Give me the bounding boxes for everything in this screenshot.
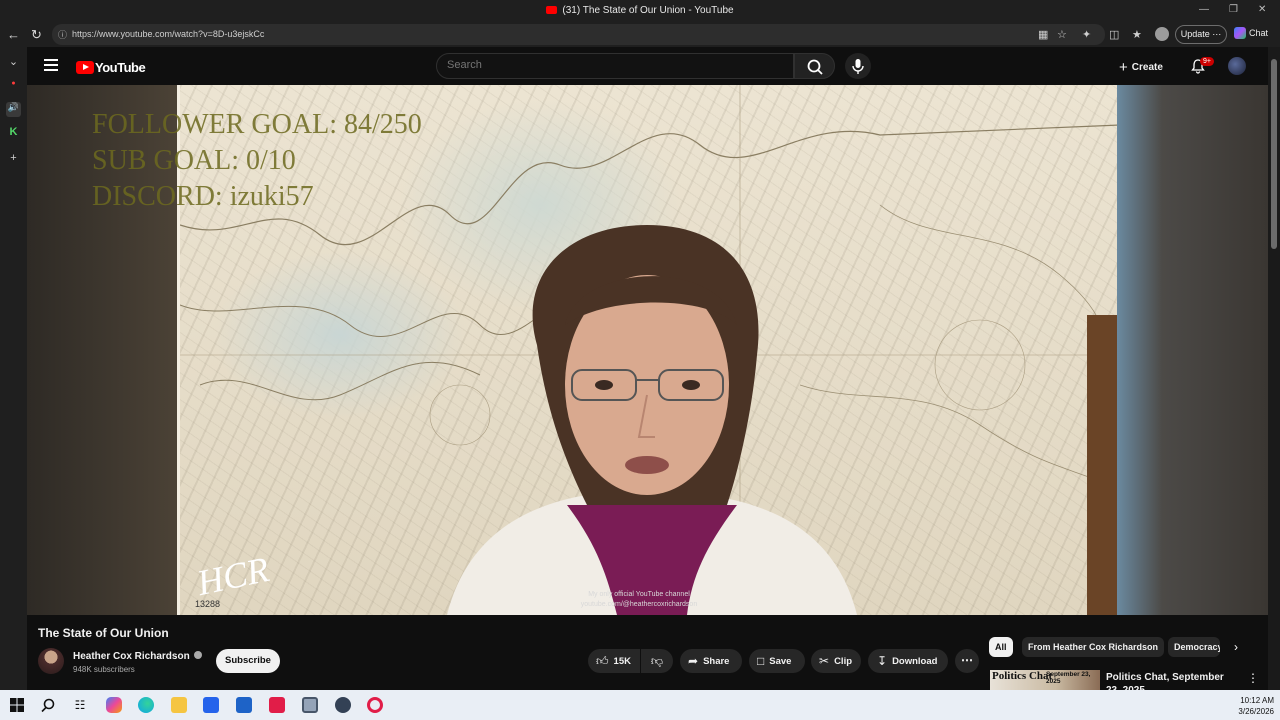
app-available-icon[interactable]: ▦ (1038, 28, 1048, 41)
new-tab-plus-icon[interactable]: + (6, 152, 21, 167)
channel-name[interactable]: Heather Cox Richardson (73, 651, 202, 662)
channel-watermark: My only official YouTube channel youtube… (580, 591, 698, 608)
steam-icon[interactable] (335, 697, 351, 713)
profile-avatar[interactable] (1155, 27, 1169, 41)
clock-date: 3/26/2026 (1238, 707, 1274, 716)
video-player[interactable]: FOLLOWER GOAL: 84/250 SUB GOAL: 0/10 DIS… (27, 85, 1268, 615)
chip-from-channel[interactable]: From Heather Cox Richardson (1022, 637, 1165, 657)
collapse-chevron-icon[interactable]: ⌄ (6, 55, 21, 70)
favorite-star-icon[interactable]: ☆ (1057, 28, 1067, 41)
file-explorer-icon[interactable] (171, 697, 187, 713)
back-icon[interactable]: ← (7, 27, 20, 42)
app-icon[interactable] (302, 697, 318, 713)
restore-icon[interactable]: ❐ (1229, 4, 1238, 15)
thumbs-down-icon: 👎︎ (650, 654, 664, 668)
copilot-app-icon[interactable] (106, 697, 122, 713)
search-box[interactable] (436, 53, 794, 79)
video-title: The State of Our Union (38, 626, 169, 640)
recommended-more-icon[interactable]: ⋮ (1247, 671, 1259, 685)
sub-goal-text: SUB GOAL: 0/10 (92, 145, 296, 176)
page-scrollbar[interactable] (1268, 47, 1280, 690)
refresh-icon[interactable]: ↻ (31, 27, 42, 43)
youtube-play-icon (76, 61, 94, 74)
notification-count-badge: 9+ (1200, 57, 1214, 66)
plus-icon: + (1119, 59, 1128, 76)
voice-search-button[interactable] (845, 53, 871, 79)
clock-time: 10:12 AM (1240, 696, 1274, 705)
chip-all[interactable]: All (989, 637, 1013, 657)
chevron-right-icon[interactable]: › (1234, 640, 1238, 654)
follower-goal-text: FOLLOWER GOAL: 84/250 (92, 109, 422, 140)
thumbs-up-icon: 👍︎ (596, 654, 609, 668)
account-avatar[interactable] (1228, 57, 1246, 75)
kick-tab-icon[interactable]: K (6, 126, 21, 141)
window-title: (31) The State of Our Union - YouTube (0, 5, 1280, 16)
favorites-icon[interactable]: ★ (1132, 28, 1142, 41)
browser-sidebar: ⌄ ● 🔊 K + (0, 47, 27, 690)
stream-goals-overlay: FOLLOWER GOAL: 84/250 SUB GOAL: 0/10 DIS… (92, 107, 422, 215)
split-screen-icon[interactable]: ◫ (1109, 28, 1119, 41)
close-icon[interactable]: ✕ (1258, 4, 1266, 15)
menu-icon[interactable] (44, 59, 58, 71)
channel-avatar[interactable] (38, 648, 64, 674)
scrollbar-thumb[interactable] (1271, 59, 1277, 249)
youtube-app-icon[interactable] (269, 697, 285, 713)
edge-browser-icon[interactable] (138, 697, 154, 713)
discord-text: DISCORD: izuki57 (92, 181, 314, 212)
windows-taskbar: ☷ 10:12 AM 3/26/2026 (0, 690, 1280, 720)
windows-start-icon[interactable] (9, 697, 25, 713)
like-button[interactable]: 👍︎ 15K (588, 649, 640, 673)
video-details: The State of Our Union Heather Cox Richa… (27, 615, 1268, 696)
youtube-header: YouTube +Create 9+ (27, 47, 1280, 85)
task-view-icon[interactable]: ☷ (72, 697, 88, 713)
video-background-right (1117, 85, 1268, 615)
copilot-chat-button[interactable]: Chat (1234, 27, 1268, 39)
subscriber-count: 948K subscribers (73, 665, 135, 674)
download-icon: ↧ (877, 654, 888, 668)
address-bar-row: ← ↻ ⓘ https://www.youtube.com/watch?v=8D… (0, 22, 1280, 47)
address-bar[interactable]: ⓘ https://www.youtube.com/watch?v=8D-u3e… (52, 24, 1105, 45)
clip-button[interactable]: ✂ Clip (811, 649, 861, 673)
site-info-icon[interactable]: ⓘ (58, 28, 67, 41)
url-text[interactable]: https://www.youtube.com/watch?v=8D-u3ejs… (72, 29, 264, 39)
wood-trim (1087, 315, 1117, 615)
youtube-logo[interactable]: YouTube (76, 59, 146, 77)
opera-icon[interactable] (367, 697, 383, 713)
youtube-tab-icon[interactable]: ● (6, 80, 21, 95)
share-arrow-icon: ➦ (688, 654, 699, 668)
scissors-icon: ✂ (819, 654, 830, 668)
outlook-icon[interactable] (236, 697, 252, 713)
search-icon (807, 59, 823, 75)
minimize-icon[interactable]: — (1199, 4, 1209, 15)
share-button[interactable]: ➦ Share (680, 649, 742, 673)
browser-title-bar: (31) The State of Our Union - YouTube — … (0, 0, 1280, 22)
search-button[interactable] (794, 53, 835, 79)
map-chart-number: 13288 (195, 599, 221, 609)
copilot-icon (1234, 27, 1246, 39)
recommended-video-thumbnail[interactable]: Politics Chat September 23, 2025 (990, 670, 1100, 690)
create-button[interactable]: + Create (1119, 59, 1163, 76)
youtube-favicon-icon (546, 6, 558, 14)
microphone-icon (852, 59, 864, 74)
taskbar-search-icon[interactable] (40, 697, 56, 713)
extensions-icon[interactable]: ✦ (1082, 28, 1091, 41)
verified-check-icon (193, 651, 202, 659)
audio-tab-icon[interactable]: 🔊 (6, 102, 21, 117)
search-input[interactable] (447, 59, 777, 71)
more-actions-button[interactable]: ⋯ (955, 649, 979, 673)
subscribe-button[interactable]: Subscribe (216, 649, 280, 673)
save-button[interactable]: □ Save (749, 649, 805, 673)
bookmark-icon: □ (757, 654, 765, 668)
update-button[interactable]: Update ⋯ (1175, 25, 1227, 44)
presenter (447, 225, 857, 615)
dislike-button[interactable]: 👎︎ (641, 649, 673, 673)
store-app-icon[interactable] (203, 697, 219, 713)
chip-democracy[interactable]: Democracy (1168, 637, 1220, 657)
download-button[interactable]: ↧ Download (868, 649, 948, 673)
system-clock[interactable]: 10:12 AM 3/26/2026 (1226, 695, 1274, 717)
